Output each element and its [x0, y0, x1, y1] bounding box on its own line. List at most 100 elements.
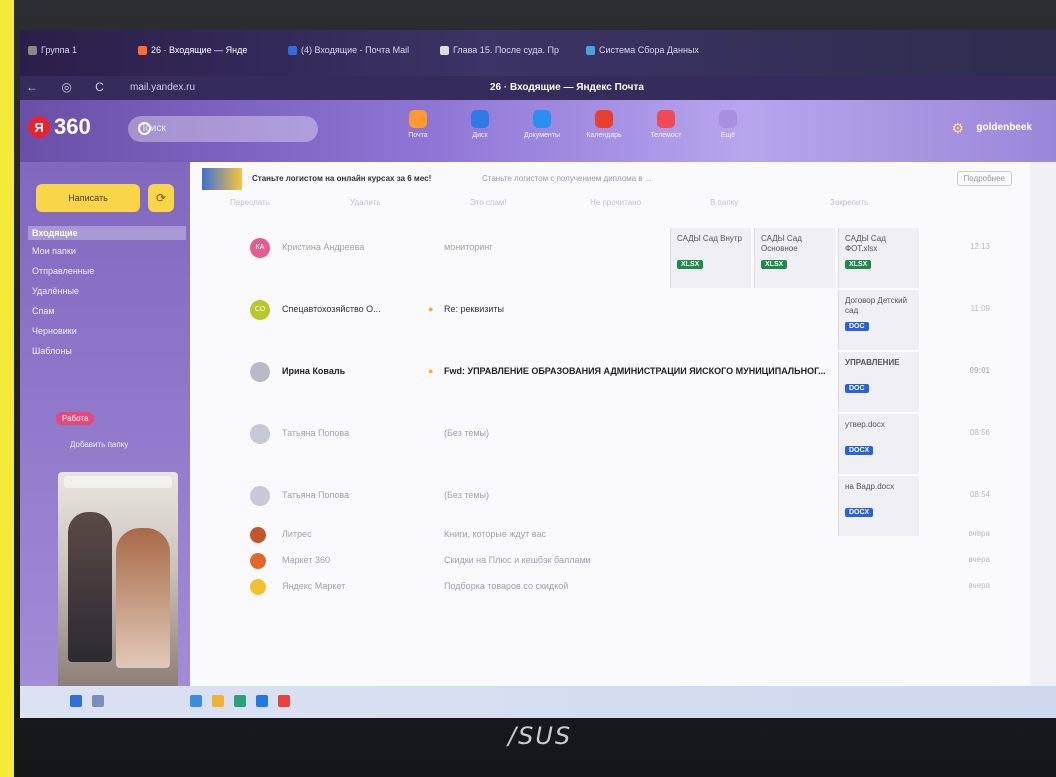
- asus-logo: /SUS: [508, 722, 573, 750]
- email-sender: Ирина Коваль: [282, 366, 346, 376]
- explorer-icon[interactable]: [190, 695, 202, 707]
- mail-icon: [288, 45, 297, 55]
- email-sender: Кристина Андреева: [282, 242, 365, 252]
- attachment-preview[interactable]: САДЫ Сад ФОТ.xlsx XLSX: [838, 228, 919, 288]
- avatar: [250, 553, 266, 569]
- email-row[interactable]: СО Спецавтохозяйство О... ● Re: реквизиты До…: [230, 290, 990, 350]
- email-sender: Яндекс Маркет: [282, 581, 346, 591]
- tab-data-system[interactable]: Система Сбора Данных: [586, 40, 716, 60]
- service-icon: [471, 110, 489, 128]
- toolbar-action[interactable]: Это спам!: [470, 198, 507, 207]
- email-row[interactable]: Ирина Коваль ● Fwd: УПРАВЛЕНИЕ ОБРАЗОВАНИЯ…: [230, 352, 990, 412]
- email-row[interactable]: Литрес Книги, которые ждут вас вчера: [230, 524, 990, 550]
- tab-label: Группа 1: [41, 45, 78, 55]
- compose-button[interactable]: Написать: [36, 184, 140, 212]
- sidebar-folder[interactable]: Отправленные: [32, 266, 182, 276]
- file-type-badge: XLSX: [677, 260, 704, 269]
- label-work[interactable]: Работа: [56, 412, 95, 425]
- email-sender: Маркет 360: [282, 555, 330, 565]
- folder-icon[interactable]: [212, 695, 224, 707]
- email-row[interactable]: Яндекс Маркет Подборка товаров со скидкой…: [230, 576, 990, 602]
- tab-chapter[interactable]: Глава 15. После суда. Пр: [440, 40, 576, 60]
- attachment-preview[interactable]: УПРАВЛЕНИЕ DOC: [838, 352, 919, 412]
- attachment-name: САДЫ Сад Основное: [761, 234, 802, 253]
- file-type-badge: DOCX: [845, 508, 874, 517]
- sidebar-folder[interactable]: Черновики: [32, 326, 182, 336]
- sidebar: Написать ⟳ Входящие Мои папки Отправленные…: [20, 162, 190, 718]
- attachment-preview[interactable]: САДЫ Сад Внутр XLSX: [670, 228, 751, 288]
- ad-banner[interactable]: Станьте логистом на онлайн курсах за 6 м…: [202, 168, 1022, 190]
- avatar: КА: [250, 238, 270, 258]
- service-icon: [409, 110, 427, 128]
- address-bar: ← ◎ C mail.yandex.ru 26 · Входящие — Янд…: [20, 76, 1056, 100]
- refresh-button[interactable]: ⟳: [148, 184, 174, 212]
- email-time: вчера: [968, 555, 990, 564]
- email-row[interactable]: Татьяна Попова (Без темы) утвер.docx DOCX 08…: [230, 414, 990, 474]
- gear-icon[interactable]: ⚙: [951, 120, 964, 137]
- attachment-preview[interactable]: Договор Детский сад DOC: [838, 290, 919, 350]
- service-5[interactable]: Ещё: [706, 110, 750, 139]
- sidebar-folder[interactable]: Шаблоны: [32, 346, 182, 356]
- toolbar-action[interactable]: Удалить: [350, 198, 381, 207]
- yandex-header: Я 360 Поиск Почта Диск Документы Календарь Т…: [20, 100, 1056, 162]
- sidebar-ad-banner[interactable]: [58, 472, 178, 718]
- unread-dot-icon[interactable]: ●: [428, 304, 433, 314]
- attachment-preview[interactable]: САДЫ Сад Основное XLSX: [754, 228, 835, 288]
- edge-icon[interactable]: [256, 695, 268, 707]
- tab-label: Система Сбора Данных: [599, 45, 699, 55]
- toolbar-action[interactable]: Не прочитано: [590, 198, 641, 207]
- tab-group[interactable]: Группа 1: [28, 40, 108, 60]
- file-type-badge: DOC: [845, 322, 869, 331]
- yandex-logo-icon: Я: [28, 116, 50, 138]
- toolbar-action[interactable]: Закрепить: [830, 198, 868, 207]
- add-folder-link[interactable]: Добавить папку: [70, 440, 128, 449]
- email-subject: Книги, которые ждут вас: [444, 529, 546, 539]
- attachment-name: Договор Детский сад: [845, 296, 908, 315]
- pen-icon: [440, 45, 449, 55]
- service-0[interactable]: Почта: [396, 110, 440, 139]
- yandex-browser-icon[interactable]: [278, 695, 290, 707]
- sidebar-folder[interactable]: Удалённые: [32, 286, 182, 296]
- sidebar-folder[interactable]: Спам: [32, 306, 182, 316]
- service-label: Календарь: [586, 132, 622, 139]
- attachment-name: САДЫ Сад Внутр: [677, 234, 742, 243]
- sidebar-folder[interactable]: Мои папки: [32, 246, 182, 256]
- service-3[interactable]: Календарь: [582, 110, 626, 139]
- avatar: СО: [250, 300, 270, 320]
- app-icon[interactable]: [234, 695, 246, 707]
- email-row[interactable]: Маркет 360 Скидки на Плюс и кешбэк баллам…: [230, 550, 990, 576]
- attachment-preview[interactable]: утвер.docx DOCX: [838, 414, 919, 474]
- unread-dot-icon[interactable]: ●: [428, 366, 433, 376]
- page-title: 26 · Входящие — Яндекс Почта: [490, 82, 644, 93]
- email-time: 12:13: [969, 242, 990, 251]
- file-type-badge: XLSX: [761, 260, 788, 269]
- service-label: Почта: [408, 132, 428, 139]
- service-2[interactable]: Документы: [520, 110, 564, 139]
- search-icon[interactable]: [92, 695, 104, 707]
- email-sender: Татьяна Попова: [282, 428, 350, 438]
- email-row[interactable]: КА Кристина Андреева мониторинг САДЫ Сад Вн…: [230, 228, 990, 288]
- sidebar-folder[interactable]: Входящие: [28, 226, 186, 240]
- file-type-badge: DOC: [845, 384, 869, 393]
- start-icon[interactable]: [70, 695, 82, 707]
- data-icon: [586, 45, 595, 55]
- email-time: вчера: [968, 529, 990, 538]
- service-1[interactable]: Диск: [458, 110, 502, 139]
- ad-more-button[interactable]: Подробнее: [956, 171, 1012, 186]
- toolbar-action[interactable]: В папку: [710, 198, 738, 207]
- url-field[interactable]: mail.yandex.ru: [130, 82, 195, 93]
- banner-button[interactable]: [64, 476, 172, 488]
- tab-mail-ru[interactable]: (4) Входящие - Почта Mail: [288, 40, 424, 60]
- toolbar-action[interactable]: Переслать: [230, 198, 270, 207]
- user-name[interactable]: goldenbeek: [976, 122, 1032, 133]
- attachment-name: на Вадр.docx: [845, 482, 895, 491]
- yandex-360-logo[interactable]: Я 360: [28, 114, 91, 140]
- nav-buttons[interactable]: ← ◎ C: [26, 80, 114, 94]
- browser-tabstrip: Группа 1 26 · Входящие — Янде (4) Входящ…: [20, 30, 1056, 76]
- service-4[interactable]: Телемост: [644, 110, 688, 139]
- email-subject: Скидки на Плюс и кешбэк баллами: [444, 555, 591, 565]
- email-time: 11:09: [970, 304, 990, 313]
- ad-title: Станьте логистом на онлайн курсах за 6 м…: [252, 174, 432, 183]
- tab-yandex-mail[interactable]: 26 · Входящие — Янде: [138, 40, 278, 60]
- search-input[interactable]: Поиск: [128, 116, 318, 142]
